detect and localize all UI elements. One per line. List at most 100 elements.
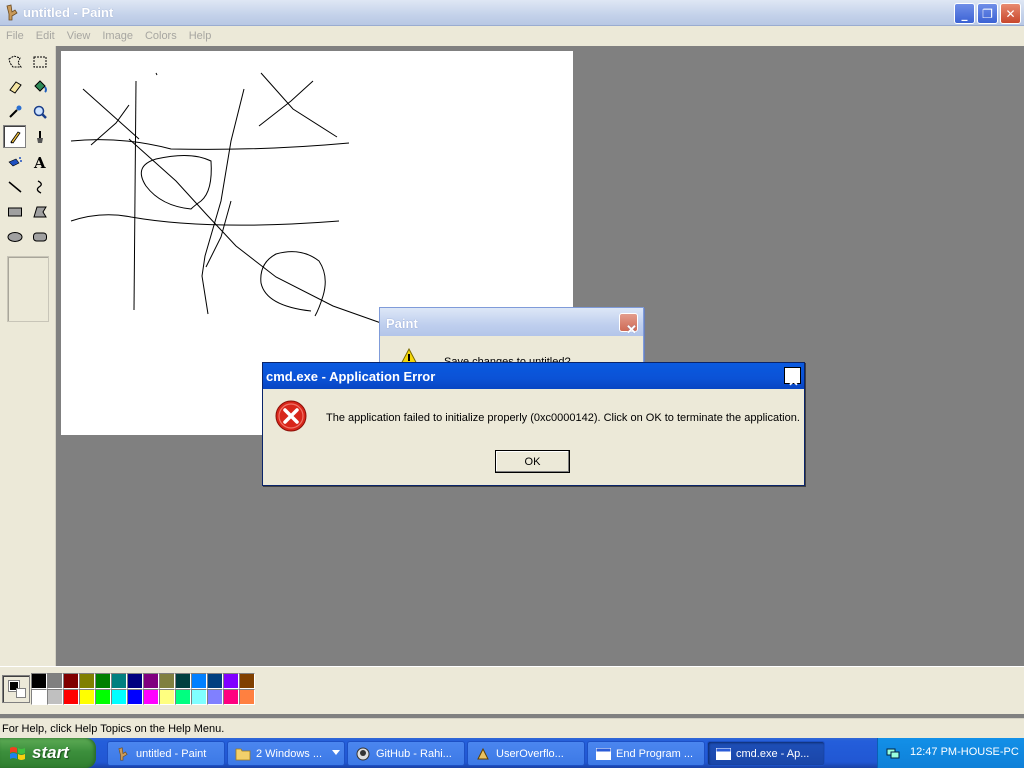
menu-image[interactable]: Image [96,30,139,42]
palette-swatch[interactable] [63,673,79,689]
palette-swatch[interactable] [207,689,223,705]
application-error-dialog: cmd.exe - Application Error ✕ The applic… [262,362,805,486]
close-icon: ✕ [788,374,799,389]
ok-button[interactable]: OK [495,450,570,473]
fill-tool[interactable] [28,75,51,98]
error-dialog-title: cmd.exe - Application Error [266,369,436,384]
error-message: The application failed to initialize pro… [326,412,800,424]
palette-swatch[interactable] [239,689,255,705]
rectangle-icon [7,207,22,216]
network-icon[interactable] [886,746,900,760]
start-label: start [32,743,69,762]
palette-swatch[interactable] [47,689,63,705]
palette-swatch[interactable] [95,673,111,689]
eyedropper-icon [8,105,21,118]
minimize-icon: _ [961,6,968,21]
curve-tool[interactable] [28,175,51,198]
taskbar-item-label: GitHub - Rahi... [376,747,452,760]
palette-swatch[interactable] [207,673,223,689]
palette-swatch[interactable] [95,689,111,705]
palette-swatch[interactable] [191,689,207,705]
taskbar: start untitled - Paint 2 Windows ... Git… [0,738,1024,768]
text-tool[interactable]: A [28,150,51,173]
palette-swatch[interactable] [31,689,47,705]
text-icon: A [33,154,46,170]
airbrush-tool[interactable] [3,150,26,173]
palette-swatch[interactable] [159,689,175,705]
fill-bucket-icon [33,79,47,93]
free-form-select-tool[interactable] [3,50,26,73]
ellipse-tool[interactable] [3,225,26,248]
palette-swatch[interactable] [159,673,175,689]
rectangle-tool[interactable] [3,200,26,223]
taskbar-item-windows-group[interactable]: 2 Windows ... [227,741,345,766]
eraser-tool[interactable] [3,75,26,98]
ellipse-icon [7,231,22,242]
palette-swatch[interactable] [239,673,255,689]
polygon-tool[interactable] [28,200,51,223]
magnifier-tool[interactable] [28,100,51,123]
palette-swatch[interactable] [63,689,79,705]
status-text: For Help, click Help Topics on the Help … [2,723,225,735]
pick-color-tool[interactable] [3,100,26,123]
palette-swatch[interactable] [79,673,95,689]
taskbar-item-useroverflow[interactable]: UserOverflo... [467,741,585,766]
menu-file[interactable]: File [0,30,30,42]
brush-icon [36,130,43,143]
palette-swatch[interactable] [47,673,63,689]
free-form-select-icon [7,54,22,67]
eraser-icon [8,80,22,94]
brush-tool[interactable] [28,125,51,148]
taskbar-item-github[interactable]: GitHub - Rahi... [347,741,465,766]
palette-swatch[interactable] [223,673,239,689]
error-dialog-title-bar[interactable]: cmd.exe - Application Error ✕ [263,363,804,389]
window-icon [715,747,731,760]
rect-select-icon [33,56,46,67]
close-window-button[interactable]: ✕ [1000,3,1021,24]
taskbar-item-label: UserOverflo... [496,747,564,760]
menu-edit[interactable]: Edit [30,30,61,42]
palette-swatch[interactable] [127,689,143,705]
taskbar-item-paint[interactable]: untitled - Paint [107,741,225,766]
polygon-icon [32,206,47,217]
palette-swatch[interactable] [175,689,191,705]
minimize-button[interactable]: _ [954,3,975,24]
pencil-tool[interactable] [3,125,26,148]
status-bar: For Help, click Help Topics on the Help … [0,718,1024,738]
taskbar-item-cmd-error[interactable]: cmd.exe - Ap... [707,741,825,766]
palette-swatch[interactable] [127,673,143,689]
start-button[interactable]: start [0,738,96,768]
paint-dialog-title-bar[interactable]: Paint ✕ [380,308,643,337]
rounded-rectangle-tool[interactable] [28,225,51,248]
palette-swatch[interactable] [223,689,239,705]
palette-swatch[interactable] [79,689,95,705]
taskbar-item-end-program[interactable]: End Program ... [587,741,705,766]
error-dialog-close-button[interactable]: ✕ [784,367,801,389]
tool-options-box[interactable] [7,256,49,322]
menu-colors[interactable]: Colors [139,30,183,42]
paint-dialog-close-button[interactable]: ✕ [619,313,638,337]
restore-button[interactable]: ❐ [977,3,998,24]
window-title: untitled - Paint [23,5,114,20]
restore-icon: ❐ [982,6,993,21]
palette-swatch[interactable] [175,673,191,689]
paint-dialog-title: Paint [386,316,418,331]
background-color [16,688,26,698]
ok-button-label: OK [524,455,541,468]
line-tool[interactable] [3,175,26,198]
palette-swatch[interactable] [111,689,127,705]
menu-view[interactable]: View [61,30,97,42]
airbrush-icon [7,156,22,166]
palette-swatch[interactable] [111,673,127,689]
menu-help[interactable]: Help [183,30,218,42]
palette-swatch[interactable] [191,673,207,689]
window-title-bar[interactable]: untitled - Paint _ ❐ ✕ [0,0,1024,26]
curve-icon [36,179,42,194]
palette-swatch[interactable] [143,689,159,705]
windows-flag-icon [10,747,25,760]
palette-swatch[interactable] [143,673,159,689]
clock[interactable]: 12:47 PM-HOUSE-PC [910,746,1019,758]
palette-swatch[interactable] [31,673,47,689]
select-tool[interactable] [28,50,51,73]
current-colors[interactable] [2,675,30,703]
